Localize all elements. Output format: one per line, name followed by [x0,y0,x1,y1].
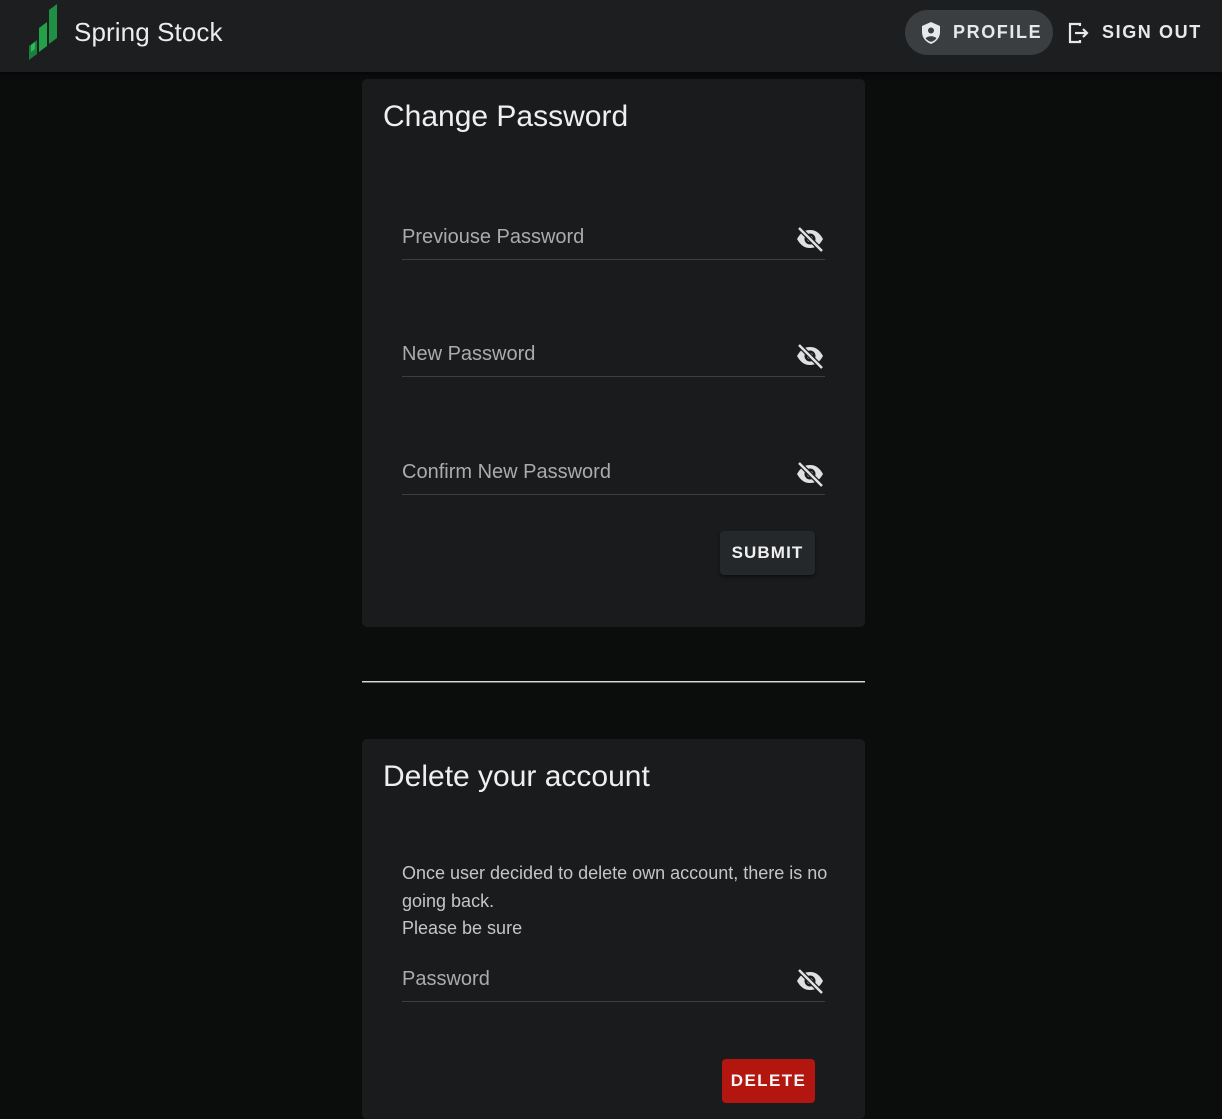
new-password-input[interactable] [402,336,786,376]
new-password-field[interactable]: New Password [402,336,825,377]
eye-off-icon[interactable] [795,224,825,254]
shield-person-icon [922,21,940,44]
delete-account-card: Delete your account Once user decided to… [362,739,865,1119]
logout-icon [1068,22,1089,43]
app-bar: Spring Stock PROFILE SIGN OUT [0,0,1222,72]
delete-button[interactable]: DELETE [722,1059,815,1103]
change-password-card: Change Password Previouse Password New P… [362,79,865,627]
confirm-password-input[interactable] [402,454,786,494]
change-password-title: Change Password [383,100,629,133]
profile-button[interactable]: PROFILE [905,10,1053,55]
delete-password-input[interactable] [402,961,786,1001]
delete-warning-line-2: Please be sure [402,918,523,938]
brand[interactable]: Spring Stock [28,2,223,62]
spring-stock-logo-icon [29,4,57,60]
eye-off-icon[interactable] [795,459,825,489]
delete-password-field[interactable]: Password [402,961,825,1002]
eye-off-icon[interactable] [795,341,825,371]
delete-warning: Once user decided to delete own account,… [402,860,832,943]
eye-off-icon[interactable] [795,966,825,996]
sign-out-label: SIGN OUT [1102,22,1202,42]
section-divider [362,681,865,683]
app-name: Spring Stock [74,16,223,47]
previous-password-input[interactable] [402,219,786,259]
confirm-password-field[interactable]: Confirm New Password [402,454,825,495]
sign-out-button[interactable]: SIGN OUT [1068,10,1202,55]
previous-password-field[interactable]: Previouse Password [402,219,825,260]
profile-label: PROFILE [953,22,1043,42]
delete-account-title: Delete your account [383,760,650,793]
delete-warning-line-1: Once user decided to delete own account,… [402,863,828,911]
submit-button[interactable]: SUBMIT [720,531,815,575]
